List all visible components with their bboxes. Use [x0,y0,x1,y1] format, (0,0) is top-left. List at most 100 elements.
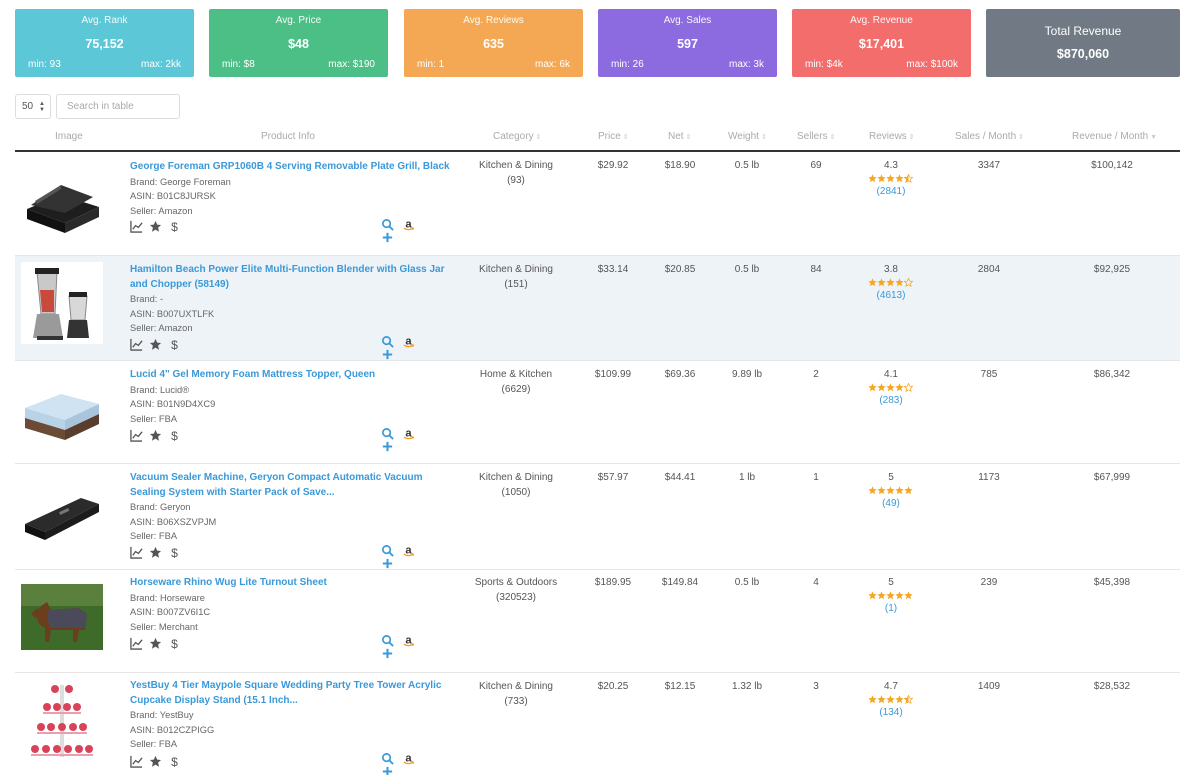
star-icon[interactable] [149,338,162,351]
reviews-count-link[interactable]: (1) [861,602,921,617]
vacuum-sealer-image[interactable] [21,476,103,558]
search-icon[interactable] [381,335,394,348]
amazon-icon[interactable] [402,218,415,231]
col-header-category[interactable]: Category ⇕ [493,131,541,142]
product-brand: Brand: Geryon [130,502,191,512]
table-row: Horseware Rhino Wug Lite Turnout Sheet B… [15,570,1180,673]
product-asin: ASIN: B01C8JURSK [130,191,216,202]
weight-cell: 0.5 lb [734,264,760,275]
net-cell: $20.85 [664,264,696,275]
reviews-count-link[interactable]: (283) [861,394,921,409]
dollar-icon[interactable] [168,220,181,233]
chart-icon[interactable] [130,546,143,559]
stat-card-avg-reviews: Avg. Reviews 635 min: 1 max: 6k [404,9,583,77]
reviews-cell: 5 (49) [861,471,921,511]
sellers-cell: 1 [813,472,819,483]
sort-icon: ⇕ [1018,134,1025,141]
net-cell: $44.41 [664,472,696,483]
cupcake-stand-image[interactable] [29,679,95,761]
product-title-link[interactable]: Lucid 4" Gel Memory Foam Mattress Topper… [130,368,450,383]
stat-min: min: $8 [222,59,255,70]
chart-icon[interactable] [130,338,143,351]
search-icon[interactable] [381,634,394,647]
star-icon[interactable] [149,220,162,233]
mattress-image[interactable] [21,368,103,450]
row-actions-right [381,634,441,648]
stat-card-total-revenue: Total Revenue $870,060 [986,9,1180,77]
sort-icon: ⇕ [908,134,915,141]
star-icon[interactable] [149,546,162,559]
search-icon[interactable] [381,427,394,440]
dollar-icon[interactable] [168,338,181,351]
product-title-link[interactable]: YestBuy 4 Tier Maypole Square Wedding Pa… [130,679,450,708]
plus-icon[interactable] [381,647,394,660]
category-cell: Sports & Outdoors (320523) [474,577,558,603]
dollar-icon[interactable] [168,637,181,650]
grill-image[interactable] [21,161,103,243]
col-header-sales-month[interactable]: Sales / Month ⇕ [955,131,1024,142]
star-icon[interactable] [149,637,162,650]
product-asin: ASIN: B012CZPIGG [130,724,215,735]
rating-stars [861,694,921,706]
product-seller: Seller: FBA [130,531,178,542]
plus-icon[interactable] [381,557,394,570]
revenue-month-cell: $100,142 [1091,160,1133,171]
dollar-icon[interactable] [168,429,181,442]
plus-icon[interactable] [381,231,394,244]
blender-image[interactable] [21,262,103,344]
product-title-link[interactable]: Vacuum Sealer Machine, Geryon Compact Au… [130,471,450,500]
search-icon[interactable] [381,752,394,765]
plus-icon[interactable] [381,440,394,453]
table-search[interactable] [56,94,180,119]
col-header-weight[interactable]: Weight ⇕ [728,131,767,142]
col-header-sellers[interactable]: Sellers ⇕ [797,131,835,142]
product-seller: Seller: FBA [130,413,178,424]
sales-month-cell: 239 [980,577,998,588]
reviews-count-link[interactable]: (4613) [861,289,921,304]
row-actions-right [381,427,441,441]
reviews-count-link[interactable]: (2841) [861,185,921,200]
chart-icon[interactable] [130,637,143,650]
chart-icon[interactable] [130,429,143,442]
reviews-cell: 5 (1) [861,576,921,616]
stat-value: $17,401 [858,37,905,51]
product-title-link[interactable]: Horseware Rhino Wug Lite Turnout Sheet [130,576,450,591]
col-header-net[interactable]: Net ⇕ [668,131,691,142]
rating-stars [861,485,921,497]
plus-icon[interactable] [381,765,394,775]
col-header-product-info[interactable]: Product Info [261,131,315,142]
sort-icon: ⇕ [535,134,542,141]
dollar-icon[interactable] [168,755,181,768]
amazon-icon[interactable] [402,335,415,348]
reviews-count-link[interactable]: (134) [861,706,921,721]
stat-title: Avg. Reviews [463,15,524,26]
reviews-count-link[interactable]: (49) [861,497,921,512]
table-search-input[interactable] [57,95,179,118]
table-row: Vacuum Sealer Machine, Geryon Compact Au… [15,464,1180,570]
chart-icon[interactable] [130,220,143,233]
star-icon[interactable] [149,429,162,442]
product-title-link[interactable]: Hamilton Beach Power Elite Multi-Functio… [130,263,450,292]
amazon-icon[interactable] [402,427,415,440]
total-title: Total Revenue [1044,24,1122,38]
star-icon[interactable] [149,755,162,768]
dollar-icon[interactable] [168,546,181,559]
category-cell: Kitchen & Dining (151) [479,264,553,290]
amazon-icon[interactable] [402,544,415,557]
product-title-link[interactable]: George Foreman GRP1060B 4 Serving Remova… [130,160,450,175]
amazon-icon[interactable] [402,634,415,647]
plus-icon[interactable] [381,348,394,361]
sales-month-cell: 785 [980,369,998,380]
sellers-cell: 2 [813,369,819,380]
amazon-icon[interactable] [402,752,415,765]
horse-sheet-image[interactable] [21,584,103,650]
col-header-reviews[interactable]: Reviews ⇕ [869,131,915,142]
search-icon[interactable] [381,544,394,557]
col-header-price[interactable]: Price ⇕ [598,131,629,142]
chart-icon[interactable] [130,755,143,768]
page-size-select[interactable]: 50 ▲ ▼ [15,94,51,119]
col-header-revenue-month[interactable]: Revenue / Month ▼ [1072,131,1157,142]
stat-title: Avg. Price [275,15,322,26]
search-icon[interactable] [381,218,394,231]
row-actions-right [381,544,441,558]
